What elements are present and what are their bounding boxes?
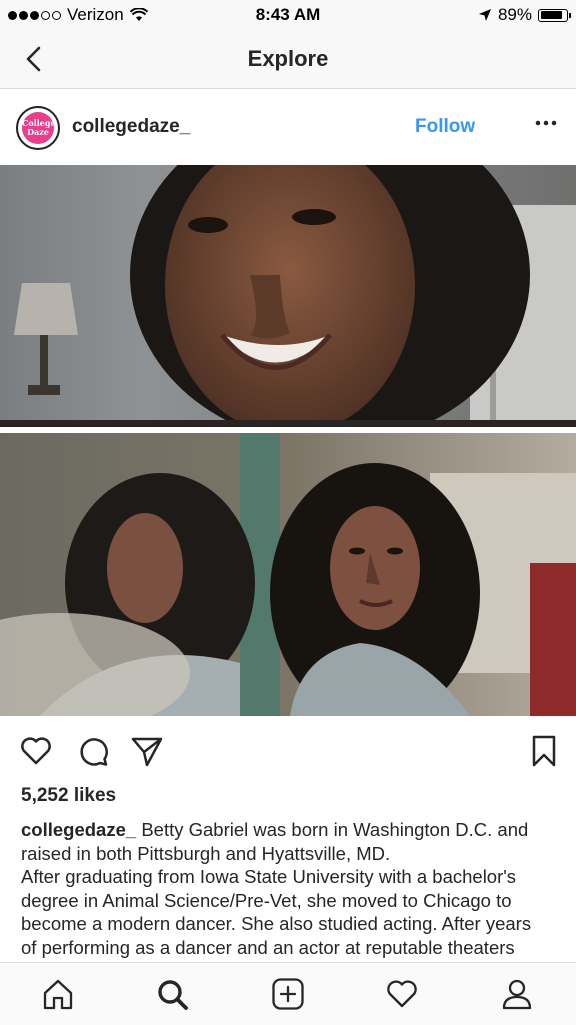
status-bar: Verizon 8:43 AM 89%	[0, 0, 576, 30]
battery-percent: 89%	[497, 5, 532, 24]
tab-bar	[0, 962, 576, 1025]
add-post-icon	[272, 978, 304, 1010]
bookmark-icon	[532, 735, 556, 767]
heart-icon	[387, 980, 417, 1008]
profile-icon	[502, 979, 532, 1010]
post-caption: collegedaze_ Betty Gabriel was born in W…	[21, 818, 551, 962]
smiling-woman-image	[0, 165, 576, 427]
post-actions	[0, 716, 576, 784]
like-button[interactable]	[19, 734, 53, 768]
post-username[interactable]: collegedaze_	[72, 116, 190, 138]
comment-icon	[80, 738, 108, 766]
likes-count[interactable]: 5,252 likes	[21, 785, 116, 807]
home-icon	[43, 979, 73, 1010]
share-button[interactable]	[130, 734, 164, 768]
send-icon	[131, 737, 163, 767]
location-arrow-icon	[478, 9, 491, 21]
post-photo-bottom[interactable]	[0, 433, 576, 716]
tab-home[interactable]	[41, 977, 75, 1011]
battery-icon	[538, 8, 571, 22]
more-horizontal-icon	[535, 120, 557, 126]
avatar-logo: College Daze	[22, 112, 56, 144]
heart-icon	[21, 737, 51, 765]
post-header: College Daze collegedaze_ Follow	[0, 89, 576, 165]
save-button[interactable]	[527, 734, 561, 768]
tab-add-post[interactable]	[271, 977, 305, 1011]
tab-profile[interactable]	[500, 977, 534, 1011]
woman-reflection-image	[0, 433, 576, 716]
post-photo-top[interactable]	[0, 165, 576, 427]
caption-text-line2: After graduating from Iowa State Univers…	[21, 866, 532, 962]
page-title: Explore	[247, 46, 329, 71]
comment-button[interactable]	[76, 734, 110, 768]
more-options-button[interactable]	[532, 113, 560, 133]
caption-username[interactable]: collegedaze_	[21, 819, 136, 840]
follow-button[interactable]: Follow	[415, 116, 475, 138]
status-right: 89%	[478, 5, 571, 25]
nav-bar: Explore	[0, 30, 576, 89]
search-icon	[158, 980, 188, 1010]
tab-search[interactable]	[155, 977, 189, 1011]
tab-activity[interactable]	[385, 977, 419, 1011]
avatar[interactable]: College Daze	[16, 106, 60, 150]
